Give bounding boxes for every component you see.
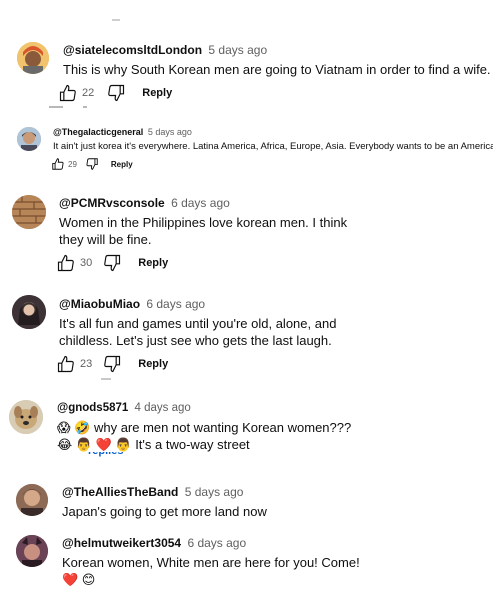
avatar[interactable]: [12, 295, 46, 329]
like-count: 29: [68, 159, 77, 169]
comment-actions: 30 Reply: [56, 253, 168, 273]
thumbs-down-icon[interactable]: [85, 157, 99, 171]
comment-header: @PCMRvsconsole 6 days ago: [59, 196, 230, 210]
avatar-image: [12, 295, 46, 329]
comment-time[interactable]: 6 days ago: [187, 536, 246, 550]
comment-header: @Thegalacticgeneral 5 days ago: [53, 127, 192, 137]
avatar[interactable]: [12, 195, 46, 229]
like-count: 30: [80, 257, 93, 269]
comment-text: It ain't just korea it's everywhere. Lat…: [53, 141, 493, 152]
comment-time[interactable]: 5 days ago: [148, 127, 192, 137]
scroll-artifact: [83, 106, 87, 108]
comment-text-line: ❤️ 😊: [62, 572, 96, 587]
comment-time[interactable]: 4 days ago: [135, 402, 191, 414]
comment-author[interactable]: @Thegalacticgeneral: [53, 127, 143, 137]
like-count: 23: [80, 358, 93, 370]
comment-header: @MiaobuMiao 6 days ago: [59, 297, 205, 311]
avatar[interactable]: [17, 127, 41, 151]
comment-text-line: childless. Let's just see who gets the l…: [59, 333, 332, 348]
thumbs-up-icon[interactable]: [51, 157, 65, 171]
avatar[interactable]: [9, 400, 43, 434]
comment-author[interactable]: @helmutweikert3054: [62, 536, 181, 550]
comment-author[interactable]: @siatelecomsltdLondon: [63, 43, 202, 57]
comment-header: @helmutweikert3054 6 days ago: [62, 536, 246, 550]
thumbs-down-icon[interactable]: [102, 354, 122, 374]
comment-text-line: they will be fine.: [59, 232, 152, 247]
reply-button[interactable]: Reply: [111, 160, 133, 169]
replies-link-label: replies: [88, 452, 123, 457]
comment-time[interactable]: 6 days ago: [146, 297, 205, 311]
comment-author[interactable]: @MiaobuMiao: [59, 297, 140, 311]
thumbs-up-icon[interactable]: [58, 83, 78, 103]
reply-button[interactable]: Reply: [138, 358, 168, 370]
comment-time[interactable]: 5 days ago: [208, 43, 267, 57]
scroll-artifact: [49, 106, 63, 108]
replies-link[interactable]: replies: [88, 452, 123, 459]
comment-time[interactable]: 5 days ago: [185, 485, 244, 499]
comment-text-line: Korean women, White men are here for you…: [62, 555, 360, 570]
comment-actions: 29 Reply: [51, 156, 133, 172]
comment-text-line: 😂 👨 ❤️ 👨 It's a two-way street: [57, 437, 250, 452]
avatar[interactable]: [16, 535, 48, 567]
avatar-image: [9, 400, 43, 434]
scroll-artifact: [112, 19, 120, 21]
comment-actions: 22 Reply: [58, 83, 172, 103]
comment-header: @siatelecomsltdLondon 5 days ago: [63, 43, 267, 57]
comment-text: Japan's going to get more land now: [62, 504, 267, 519]
reply-button[interactable]: Reply: [142, 87, 172, 99]
comment-time[interactable]: 6 days ago: [171, 196, 230, 210]
avatar-image: [16, 535, 48, 567]
reply-button[interactable]: Reply: [138, 257, 168, 269]
comment-author[interactable]: @gnods5871: [57, 402, 128, 414]
avatar-image: [12, 195, 46, 229]
comment-author[interactable]: @TheAlliesTheBand: [62, 485, 178, 499]
scroll-artifact: [101, 378, 111, 380]
comment-author[interactable]: @PCMRvsconsole: [59, 196, 165, 210]
avatar[interactable]: [16, 484, 48, 516]
avatar-image: [17, 127, 41, 151]
thumbs-down-icon[interactable]: [102, 253, 122, 273]
comment-header: @gnods5871 4 days ago: [57, 402, 191, 414]
comment-text-line: It's all fun and games until you're old,…: [59, 316, 337, 331]
comment-text: This is why South Korean men are going t…: [63, 62, 491, 77]
avatar-image: [16, 484, 48, 516]
comment-text-line: 😱 🤣 why are men not wanting Korean women…: [57, 420, 352, 435]
thumbs-up-icon[interactable]: [56, 354, 76, 374]
avatar-image: [17, 42, 49, 74]
like-count: 22: [82, 87, 95, 99]
thumbs-down-icon[interactable]: [106, 83, 126, 103]
avatar[interactable]: [17, 42, 49, 74]
thumbs-up-icon[interactable]: [56, 253, 76, 273]
comment-text-line: Women in the Philippines love korean men…: [59, 215, 348, 230]
comment-actions: 23 Reply: [56, 354, 168, 374]
comment-header: @TheAlliesTheBand 5 days ago: [62, 485, 243, 499]
